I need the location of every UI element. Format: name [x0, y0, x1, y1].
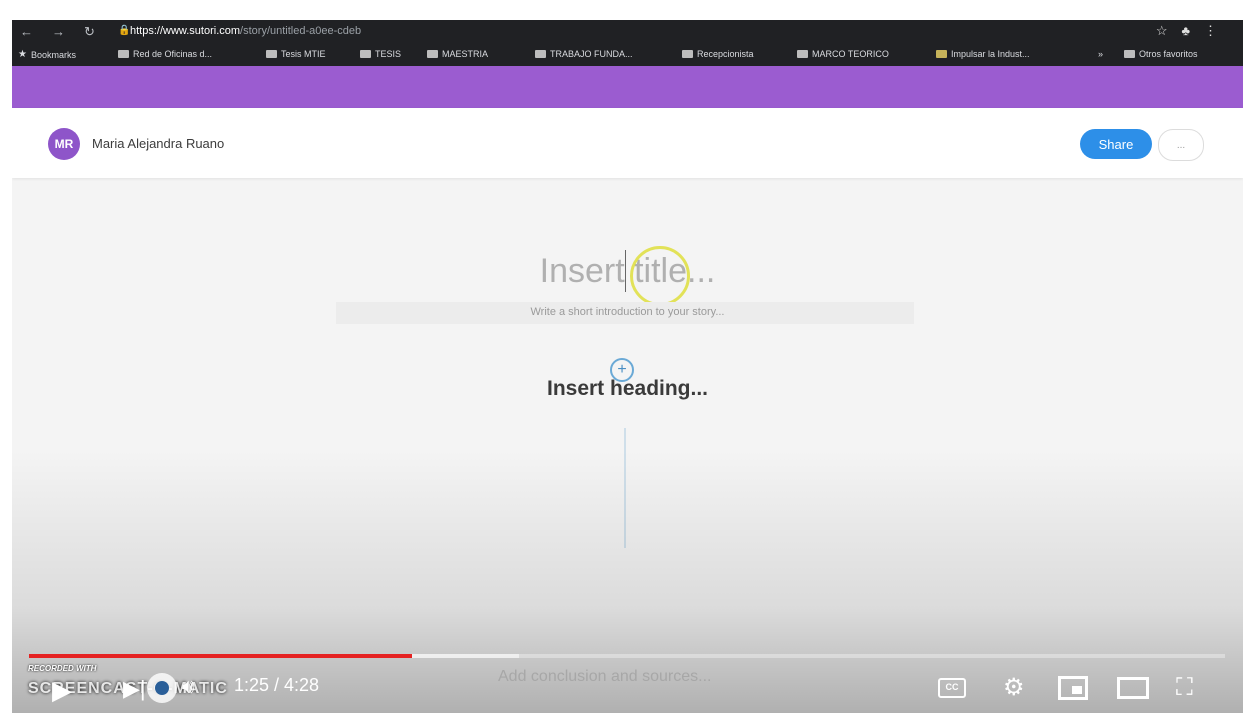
fullscreen-icon[interactable]: ⛶	[1176, 674, 1193, 702]
mouse-cursor-highlight	[630, 246, 690, 306]
forward-icon[interactable]: →	[52, 24, 65, 39]
user-name: Maria Alejandra Ruano	[92, 136, 225, 151]
browser-address-bar: ← → ↻ 🔒 https://www.sutori.com/story/unt…	[12, 20, 1243, 44]
time-display: 1:25 / 4:28	[234, 675, 320, 695]
watermark-caption: RECORDED WITH	[28, 664, 97, 673]
text-caret	[625, 250, 626, 292]
folder-icon	[1124, 50, 1135, 58]
volume-icon[interactable]: 🔊︎	[182, 676, 195, 699]
browser-actions: ☆♣⋮	[1156, 23, 1231, 39]
captions-icon[interactable]: CC	[938, 678, 966, 698]
url-path: /story/untitled-a0ee-cdeb	[240, 25, 362, 37]
star-icon: ★	[18, 49, 27, 60]
folder-icon	[266, 50, 277, 58]
recorder-icon	[147, 673, 177, 703]
bookmark-label: Red de Oficinas d...	[133, 49, 213, 59]
folder-icon	[360, 50, 371, 58]
share-button[interactable]: Share	[1080, 129, 1152, 159]
bookmark-label: MAESTRIA	[442, 49, 489, 59]
bookmark-label: Bookmarks	[30, 49, 76, 60]
bookmark-item[interactable]: MAESTRIA	[427, 49, 488, 59]
video-frame: ← → ↻ 🔒 https://www.sutori.com/story/unt…	[12, 20, 1243, 713]
settings-gear-icon[interactable]: ⚙	[1003, 673, 1025, 702]
bookmark-label: Otros favoritos	[1139, 49, 1198, 59]
url-host: https://www.sutori.com	[130, 25, 241, 37]
bookmark-item[interactable]: Recepcionista	[682, 49, 754, 59]
bookmark-label: Tesis MTIE	[281, 49, 326, 59]
image-bookmark-icon	[936, 50, 947, 58]
bookmark-item[interactable]: TESIS	[360, 49, 401, 59]
more-bookmarks-icon[interactable]: »	[1098, 49, 1103, 59]
bookmark-label: Impulsar la Indust...	[951, 49, 1030, 59]
bookmark-item[interactable]: ★ Bookmarks	[18, 49, 76, 60]
bookmark-item[interactable]: Otros favoritos	[1124, 49, 1198, 59]
extension-icon[interactable]: ♣	[1181, 23, 1204, 38]
folder-icon	[797, 50, 808, 58]
avatar[interactable]: MR	[48, 128, 80, 160]
bookmark-star-icon[interactable]: ☆	[1156, 23, 1182, 38]
bookmarks-bar: ★ Bookmarks Red de Oficinas d... Tesis MT…	[12, 44, 1243, 66]
video-progress-bar[interactable]	[29, 654, 1225, 658]
bookmark-item[interactable]: MARCO TEORICO	[797, 49, 889, 59]
heading-input[interactable]: Insert heading...	[12, 377, 1243, 401]
url-field[interactable]: https://www.sutori.com/story/untitled-a0…	[130, 25, 361, 37]
sutori-top-band	[12, 66, 1243, 108]
lock-icon: 🔒	[118, 25, 131, 36]
folder-icon	[535, 50, 546, 58]
bookmark-label: Recepcionista	[697, 49, 754, 59]
reload-icon[interactable]: ↻	[84, 24, 95, 40]
folder-icon	[118, 50, 129, 58]
bookmark-label: MARCO TEORICO	[812, 49, 889, 59]
miniplayer-icon[interactable]	[1058, 676, 1088, 700]
bookmark-label: TRABAJO FUNDA...	[550, 49, 633, 59]
story-title-input[interactable]: Insert title...	[12, 252, 1243, 291]
theater-mode-icon[interactable]	[1117, 677, 1149, 699]
bookmark-label: TESIS	[375, 49, 402, 59]
conclusion-input[interactable]: Add conclusion and sources...	[498, 668, 711, 686]
folder-icon	[427, 50, 438, 58]
play-icon[interactable]: ▶	[52, 675, 72, 706]
story-intro-input[interactable]: Write a short introduction to your story…	[12, 306, 1243, 318]
more-options-button[interactable]: ...	[1158, 129, 1204, 161]
bookmark-item[interactable]: TRABAJO FUNDA...	[535, 49, 633, 59]
next-video-icon[interactable]: ▶|	[123, 676, 146, 702]
back-icon[interactable]: ←	[20, 24, 33, 39]
bookmark-item[interactable]: Tesis MTIE	[266, 49, 326, 59]
folder-icon	[682, 50, 693, 58]
bookmark-item[interactable]: Red de Oficinas d...	[118, 49, 212, 59]
menu-kebab-icon[interactable]: ⋮	[1204, 23, 1231, 38]
progress-played	[29, 654, 412, 658]
bookmark-item[interactable]: Impulsar la Indust...	[936, 49, 1030, 59]
story-header: MR Maria Alejandra Ruano Share ...	[12, 108, 1243, 178]
